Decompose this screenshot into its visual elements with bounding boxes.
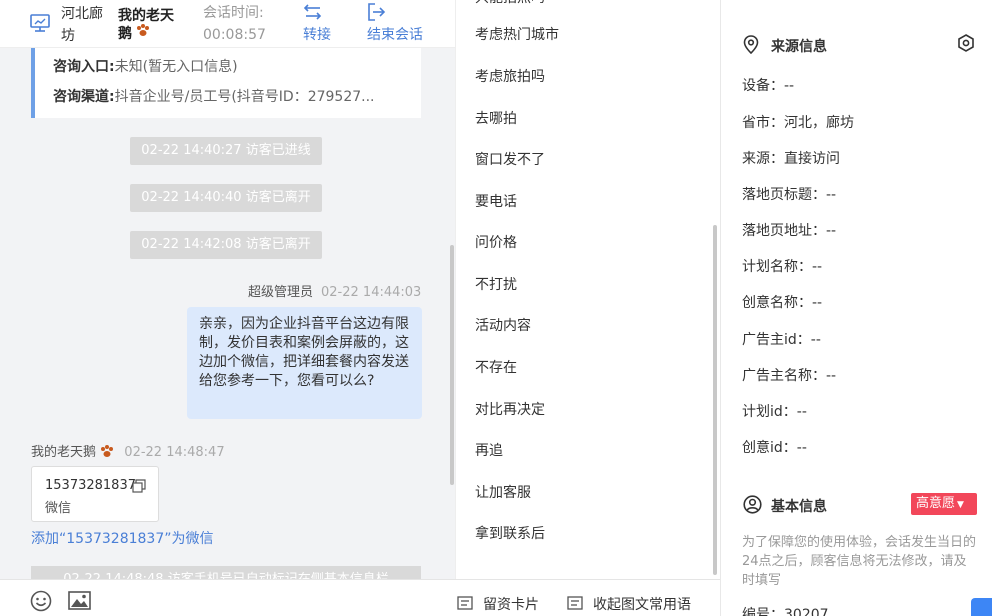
visitor-location: 河北廊坊 bbox=[61, 6, 103, 44]
wechat-number: 15373281837 bbox=[45, 478, 136, 493]
chat-panel: 河北廊坊 我的老天鹅 会话时间: 00:08:57 转接 结束会话 咨询入口:未… bbox=[0, 0, 455, 616]
source-field-province-city: 省市：河北，廊坊 bbox=[742, 115, 854, 131]
agent-message-meta: 超级管理员 02-22 14:44:03 bbox=[248, 281, 421, 300]
phrase-item[interactable]: 让加客服 bbox=[475, 483, 531, 503]
basic-info-label: 基本信息 bbox=[771, 499, 827, 515]
phrase-item[interactable]: 去哪拍 bbox=[475, 109, 517, 129]
transfer-icon bbox=[303, 4, 322, 20]
add-wechat-link[interactable]: 添加“15373281837”为微信 bbox=[31, 528, 214, 548]
location-pin-icon bbox=[743, 35, 759, 54]
intent-dropdown[interactable]: 高意愿 ▼ bbox=[911, 493, 977, 515]
wechat-card[interactable]: 15373281837 微信 bbox=[31, 466, 159, 522]
source-field-landing-title: 落地页标题：-- bbox=[742, 187, 837, 203]
chat-scrollbar[interactable] bbox=[450, 245, 454, 485]
agent-sender: 超级管理员 bbox=[248, 285, 314, 300]
phrase-item[interactable]: 对比再决定 bbox=[475, 400, 545, 420]
source-info-label: 来源信息 bbox=[771, 39, 827, 55]
consult-entry-row: 咨询入口:未知(暂无入口信息) bbox=[53, 57, 238, 77]
exit-icon bbox=[368, 3, 386, 21]
source-field-source: 来源：直接访问 bbox=[742, 151, 840, 167]
end-session-button[interactable]: 结束会话 bbox=[367, 0, 437, 46]
image-icon[interactable] bbox=[68, 591, 91, 610]
collapse-phrases-label: 收起图文常用语 bbox=[593, 597, 691, 613]
phrase-item[interactable]: 窗口发不了 bbox=[475, 150, 545, 170]
monitor-icon bbox=[30, 14, 50, 32]
consult-entry-label: 咨询入口: bbox=[53, 59, 115, 75]
system-message: 02-22 14:42:08 访客已离开 bbox=[130, 231, 322, 259]
basic-field-number: 编号：30207 bbox=[742, 607, 829, 616]
phrase-item[interactable]: 不打扰 bbox=[475, 275, 517, 295]
visitor-sender: 我的老天鹅 bbox=[31, 445, 97, 460]
settings-icon[interactable] bbox=[957, 34, 975, 52]
wechat-card-label: 微信 bbox=[45, 501, 72, 516]
floating-action-button[interactable] bbox=[971, 598, 992, 616]
source-field-plan-name: 计划名称：-- bbox=[742, 259, 823, 275]
chat-header: 河北廊坊 我的老天鹅 会话时间: 00:08:57 转接 结束会话 bbox=[0, 0, 455, 48]
lead-card-label: 留资卡片 bbox=[483, 597, 539, 613]
consult-info-card: 咨询入口:未知(暂无入口信息) 咨询渠道:抖音企业号/员工号(抖音号ID：279… bbox=[31, 48, 421, 118]
phrase-item[interactable]: 拿到联系后 bbox=[475, 524, 545, 544]
consult-entry-value: 未知(暂无入口信息) bbox=[114, 59, 238, 75]
transfer-label: 转接 bbox=[303, 27, 331, 43]
phrase-scrollbar[interactable] bbox=[713, 225, 717, 575]
phrase-item[interactable]: 只能拍照吗 bbox=[475, 0, 545, 8]
consult-channel-value: 抖音企业号/员工号(抖音号ID：279527... bbox=[114, 89, 375, 105]
phrase-item[interactable]: 要电话 bbox=[475, 192, 517, 212]
source-field-plan-id: 计划id：-- bbox=[742, 404, 807, 420]
chat-toolbar: 留资卡片 收起图文常用语 bbox=[0, 579, 720, 616]
consult-channel-row: 咨询渠道:抖音企业号/员工号(抖音号ID：279527... bbox=[53, 87, 375, 107]
source-field-advertiser-id: 广告主id：-- bbox=[742, 332, 821, 348]
session-time-value: 00:08:57 bbox=[203, 27, 266, 43]
visitor-name: 我的老天鹅 bbox=[118, 7, 186, 43]
card-icon bbox=[457, 596, 473, 610]
visitor-message-time: 02-22 14:48:47 bbox=[124, 445, 225, 460]
edit-notice: 为了保障您的使用体验，会话发生当日的24点之后，顾客信息将无法修改，请及时填写 bbox=[742, 535, 977, 588]
basic-info-title: 基本信息 bbox=[743, 495, 863, 515]
consult-channel-label: 咨询渠道: bbox=[53, 89, 115, 105]
source-field-creative-id: 创意id：-- bbox=[742, 440, 807, 456]
source-info-title: 来源信息 bbox=[743, 35, 863, 55]
source-field-landing-url: 落地页地址：-- bbox=[742, 223, 837, 239]
paw-icon bbox=[137, 24, 149, 36]
source-field-advertiser-name: 广告主名称：-- bbox=[742, 368, 837, 384]
session-time-label: 会话时间: bbox=[203, 5, 264, 21]
user-circle-icon bbox=[743, 495, 762, 514]
intent-value: 高意愿 bbox=[916, 496, 956, 511]
phrase-item[interactable]: 活动内容 bbox=[475, 316, 531, 336]
emoji-icon[interactable] bbox=[30, 590, 52, 612]
phrase-item[interactable]: 考虑旅拍吗 bbox=[475, 67, 545, 87]
copy-icon[interactable] bbox=[132, 479, 146, 493]
phrase-item[interactable]: 再追 bbox=[475, 441, 503, 461]
source-field-creative-name: 创意名称：-- bbox=[742, 295, 823, 311]
transfer-button[interactable]: 转接 bbox=[303, 0, 339, 46]
agent-message-time: 02-22 14:44:03 bbox=[321, 285, 422, 300]
phrase-icon bbox=[567, 596, 583, 610]
source-field-device: 设备：-- bbox=[742, 78, 795, 94]
agent-message-bubble: 亲亲，因为企业抖音平台这边有限制，发价目表和案例会屏蔽的，这边加个微信，把详细套… bbox=[187, 307, 422, 419]
visitor-info-panel: 来源信息 设备：-- 省市：河北，廊坊 来源：直接访问 落地页标题：-- 落地页… bbox=[721, 0, 992, 616]
paw-icon bbox=[101, 445, 114, 457]
phrase-item[interactable]: 考虑热门城市 bbox=[475, 25, 559, 45]
end-session-label: 结束会话 bbox=[367, 27, 423, 43]
system-message: 02-22 14:40:27 访客已进线 bbox=[130, 137, 322, 165]
phrase-item[interactable]: 问价格 bbox=[475, 233, 517, 253]
visitor-message-meta: 我的老天鹅 02-22 14:48:47 bbox=[31, 441, 225, 460]
phrase-item[interactable]: 不存在 bbox=[475, 358, 517, 378]
caret-down-icon: ▼ bbox=[957, 500, 964, 510]
system-message: 02-22 14:40:40 访客已离开 bbox=[130, 184, 322, 212]
quick-phrase-list: 只能拍照吗 考虑热门城市 考虑旅拍吗 去哪拍 窗口发不了 要电话 问价格 不打扰… bbox=[455, 0, 720, 579]
